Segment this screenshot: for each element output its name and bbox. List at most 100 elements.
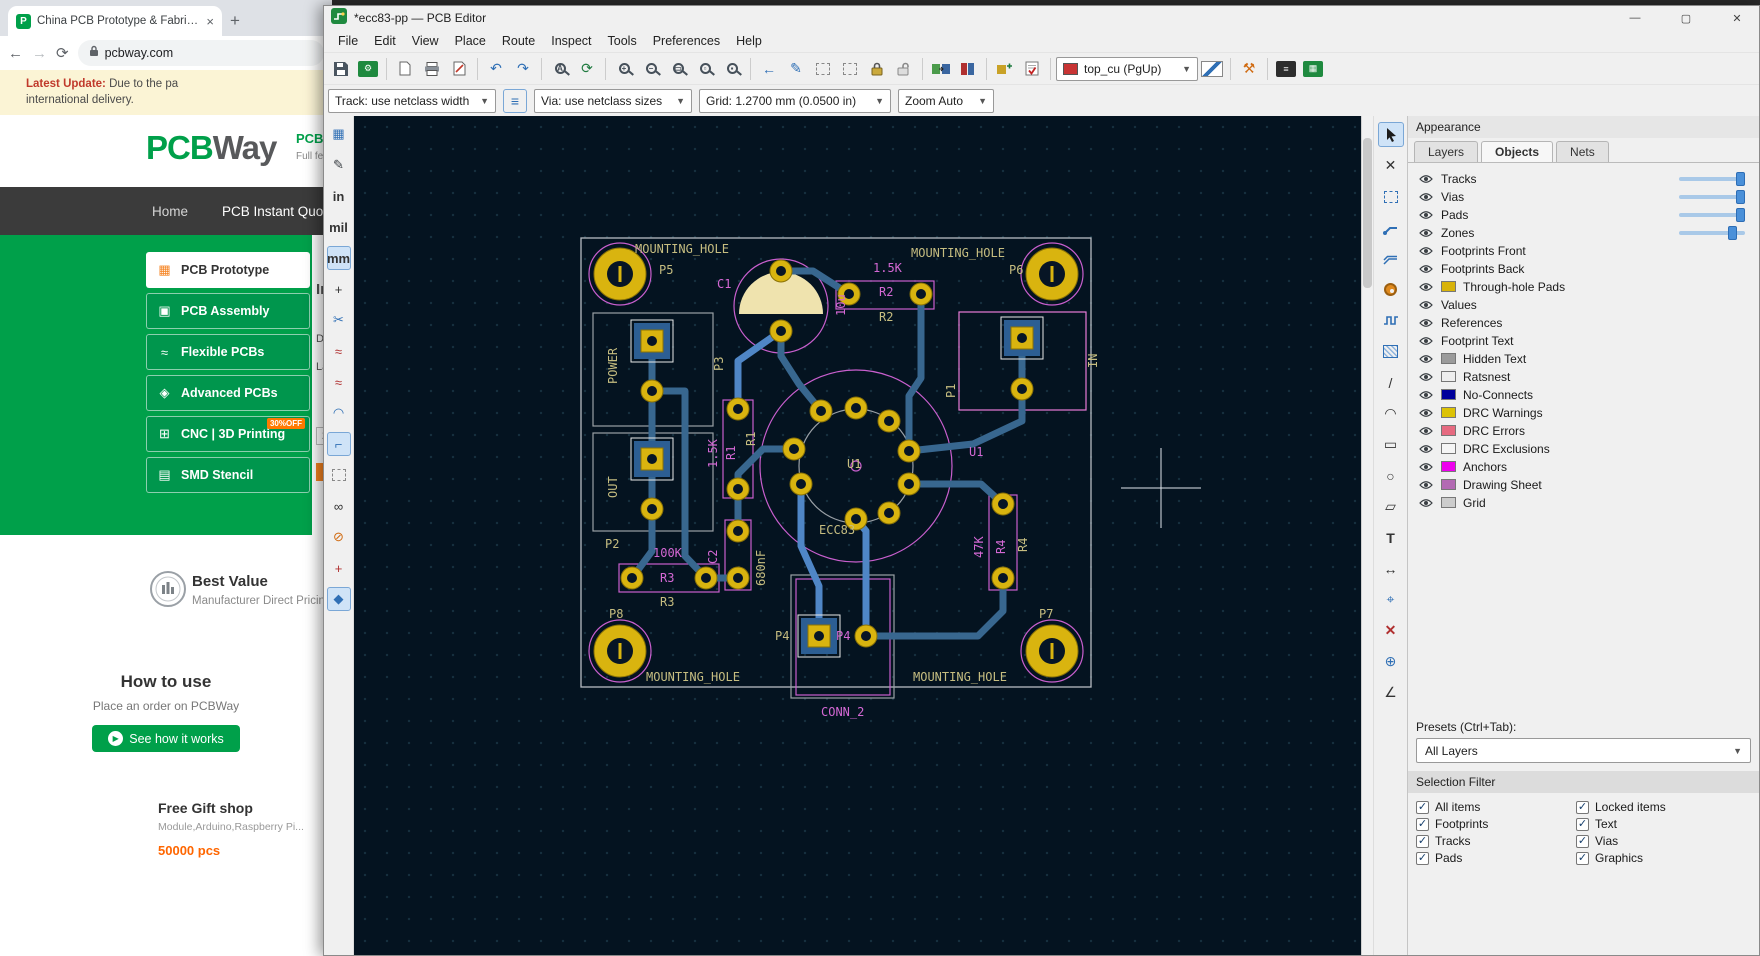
checkbox-checked-icon[interactable]: ✓ xyxy=(1416,852,1429,865)
visibility-eye-icon[interactable] xyxy=(1418,354,1434,364)
draw-polygon-icon[interactable]: ▱ xyxy=(1378,494,1404,519)
object-row[interactable]: Vias xyxy=(1418,188,1749,205)
active-layer-select[interactable]: top_cu (PgUp) ▼ xyxy=(1056,57,1198,81)
new-tab-button[interactable]: + xyxy=(230,11,240,31)
menu-item[interactable]: Help xyxy=(728,32,770,50)
opacity-slider[interactable] xyxy=(1679,195,1745,199)
tab-objects[interactable]: Objects xyxy=(1481,141,1553,162)
zoom-select[interactable]: Zoom Auto ▼ xyxy=(898,89,994,113)
track-width-select[interactable]: Track: use netclass width ▼ xyxy=(328,89,496,113)
minimize-button[interactable]: — xyxy=(1613,6,1657,30)
draw-arc-icon[interactable]: ◠ xyxy=(1378,401,1404,426)
visibility-eye-icon[interactable] xyxy=(1418,426,1434,436)
object-row[interactable]: Through-hole Pads xyxy=(1418,278,1749,295)
arc-mode-icon[interactable]: ◠ xyxy=(327,401,351,425)
page-settings-icon[interactable] xyxy=(392,56,418,82)
product-menu-item[interactable]: ▤ SMD Stencil xyxy=(146,457,310,493)
color-swatch[interactable] xyxy=(1441,371,1456,382)
object-row[interactable]: DRC Errors xyxy=(1418,422,1749,439)
footprint-library-icon[interactable] xyxy=(955,56,981,82)
menu-item[interactable]: Edit xyxy=(366,32,404,50)
track-posture-icon[interactable]: ≡ xyxy=(503,89,527,113)
add-dimension-icon[interactable]: ↔ xyxy=(1378,556,1404,581)
object-row[interactable]: Grid xyxy=(1418,494,1749,511)
plot-icon[interactable] xyxy=(446,56,472,82)
nav-link[interactable]: PCB Instant Quote xyxy=(222,204,335,219)
draw-rectangle-icon[interactable]: ▭ xyxy=(1378,432,1404,457)
pcbnew-icon[interactable]: ▦ xyxy=(1300,56,1326,82)
slider-handle[interactable] xyxy=(1736,190,1745,204)
visibility-eye-icon[interactable] xyxy=(1418,318,1434,328)
object-row[interactable]: Pads xyxy=(1418,206,1749,223)
product-menu-item[interactable]: ▣ PCB Assembly xyxy=(146,293,310,329)
address-bar[interactable]: pcbway.com xyxy=(78,40,324,66)
object-row[interactable]: Ratsnest xyxy=(1418,368,1749,385)
update-footprints-icon[interactable] xyxy=(992,56,1018,82)
zone-display-icon[interactable]: ⌐ xyxy=(327,432,351,456)
menu-item[interactable]: Tools xyxy=(600,32,645,50)
route-tracks-icon[interactable] xyxy=(1378,215,1404,240)
selection-filter-item[interactable]: ✓ Pads xyxy=(1416,851,1576,865)
tune-length-icon[interactable] xyxy=(1378,308,1404,333)
color-swatch[interactable] xyxy=(1441,479,1456,490)
reload-button[interactable]: ⟳ xyxy=(56,44,69,62)
object-row[interactable]: References xyxy=(1418,314,1749,331)
visibility-eye-icon[interactable] xyxy=(1418,444,1434,454)
menu-item[interactable]: Preferences xyxy=(645,32,728,50)
copper-tracks[interactable] xyxy=(632,271,1022,636)
color-swatch[interactable] xyxy=(1441,353,1456,364)
object-row[interactable]: DRC Exclusions xyxy=(1418,440,1749,457)
selection-disambiguate-icon[interactable] xyxy=(810,56,836,82)
visibility-eye-icon[interactable] xyxy=(1418,300,1434,310)
menu-item[interactable]: View xyxy=(404,32,447,50)
object-row[interactable]: Anchors xyxy=(1418,458,1749,475)
product-menu-item[interactable]: ⊞ CNC | 3D Printing 30%OFF xyxy=(146,416,310,452)
presets-select[interactable]: All Layers ▼ xyxy=(1416,738,1751,763)
selection-filter-item[interactable]: ✓ Graphics xyxy=(1576,851,1755,865)
object-row[interactable]: Values xyxy=(1418,296,1749,313)
visibility-eye-icon[interactable] xyxy=(1418,408,1434,418)
object-row[interactable]: Footprints Back xyxy=(1418,260,1749,277)
forward-button[interactable]: → xyxy=(32,45,47,62)
appearance-toggle-icon[interactable]: ◆ xyxy=(327,587,351,611)
slider-handle[interactable] xyxy=(1736,208,1745,222)
visibility-eye-icon[interactable] xyxy=(1418,462,1434,472)
slider-handle[interactable] xyxy=(1728,226,1737,240)
tab-close-icon[interactable]: × xyxy=(206,14,214,29)
selection-filter-item[interactable]: ✓ Tracks xyxy=(1416,834,1576,848)
visibility-eye-icon[interactable] xyxy=(1418,390,1434,400)
route-differential-pair-icon[interactable] xyxy=(1378,246,1404,271)
layer-presentation-icon[interactable] xyxy=(1199,56,1225,82)
visibility-eye-icon[interactable] xyxy=(1418,372,1434,382)
object-row[interactable]: Hidden Text xyxy=(1418,350,1749,367)
checkbox-checked-icon[interactable]: ✓ xyxy=(1416,801,1429,814)
menu-item[interactable]: Inspect xyxy=(543,32,599,50)
visibility-eye-icon[interactable] xyxy=(1418,210,1434,220)
undo-icon[interactable]: ↶ xyxy=(483,56,509,82)
product-menu-item[interactable]: ▦ PCB Prototype xyxy=(146,252,310,288)
checkbox-checked-icon[interactable]: ✓ xyxy=(1576,801,1589,814)
units-inches-button[interactable]: in xyxy=(327,184,351,208)
measure-tool-icon[interactable]: ∠ xyxy=(1378,680,1404,705)
draw-line-icon[interactable]: / xyxy=(1378,370,1404,395)
product-menu-item[interactable]: ≈ Flexible PCBs xyxy=(146,334,310,370)
pan-left-icon[interactable]: ← xyxy=(756,56,782,82)
color-swatch[interactable] xyxy=(1441,443,1456,454)
curved-ratsnest-icon[interactable]: ≈ xyxy=(327,370,351,394)
refresh-icon[interactable]: ⟳ xyxy=(574,56,600,82)
color-swatch[interactable] xyxy=(1441,389,1456,400)
browser-tab[interactable]: P China PCB Prototype & Fabric... × xyxy=(8,6,222,36)
menu-item[interactable]: File xyxy=(330,32,366,50)
delete-tool-icon[interactable]: ✕ xyxy=(1378,618,1404,643)
object-row[interactable]: No-Connects xyxy=(1418,386,1749,403)
find-icon[interactable]: A xyxy=(547,56,573,82)
visibility-eye-icon[interactable] xyxy=(1418,246,1434,256)
update-pcb-from-schematic-icon[interactable] xyxy=(928,56,954,82)
zoom-fit-icon[interactable]: ▭ xyxy=(665,56,691,82)
red-cross-icon[interactable]: + xyxy=(327,556,351,580)
scripting-console-icon[interactable]: ≡ xyxy=(1273,56,1299,82)
lock-icon[interactable] xyxy=(864,56,890,82)
move-anchor-icon[interactable]: ⌖ xyxy=(1378,587,1404,612)
object-row[interactable]: Zones xyxy=(1418,224,1749,241)
scrollbar-thumb[interactable] xyxy=(1363,138,1372,288)
